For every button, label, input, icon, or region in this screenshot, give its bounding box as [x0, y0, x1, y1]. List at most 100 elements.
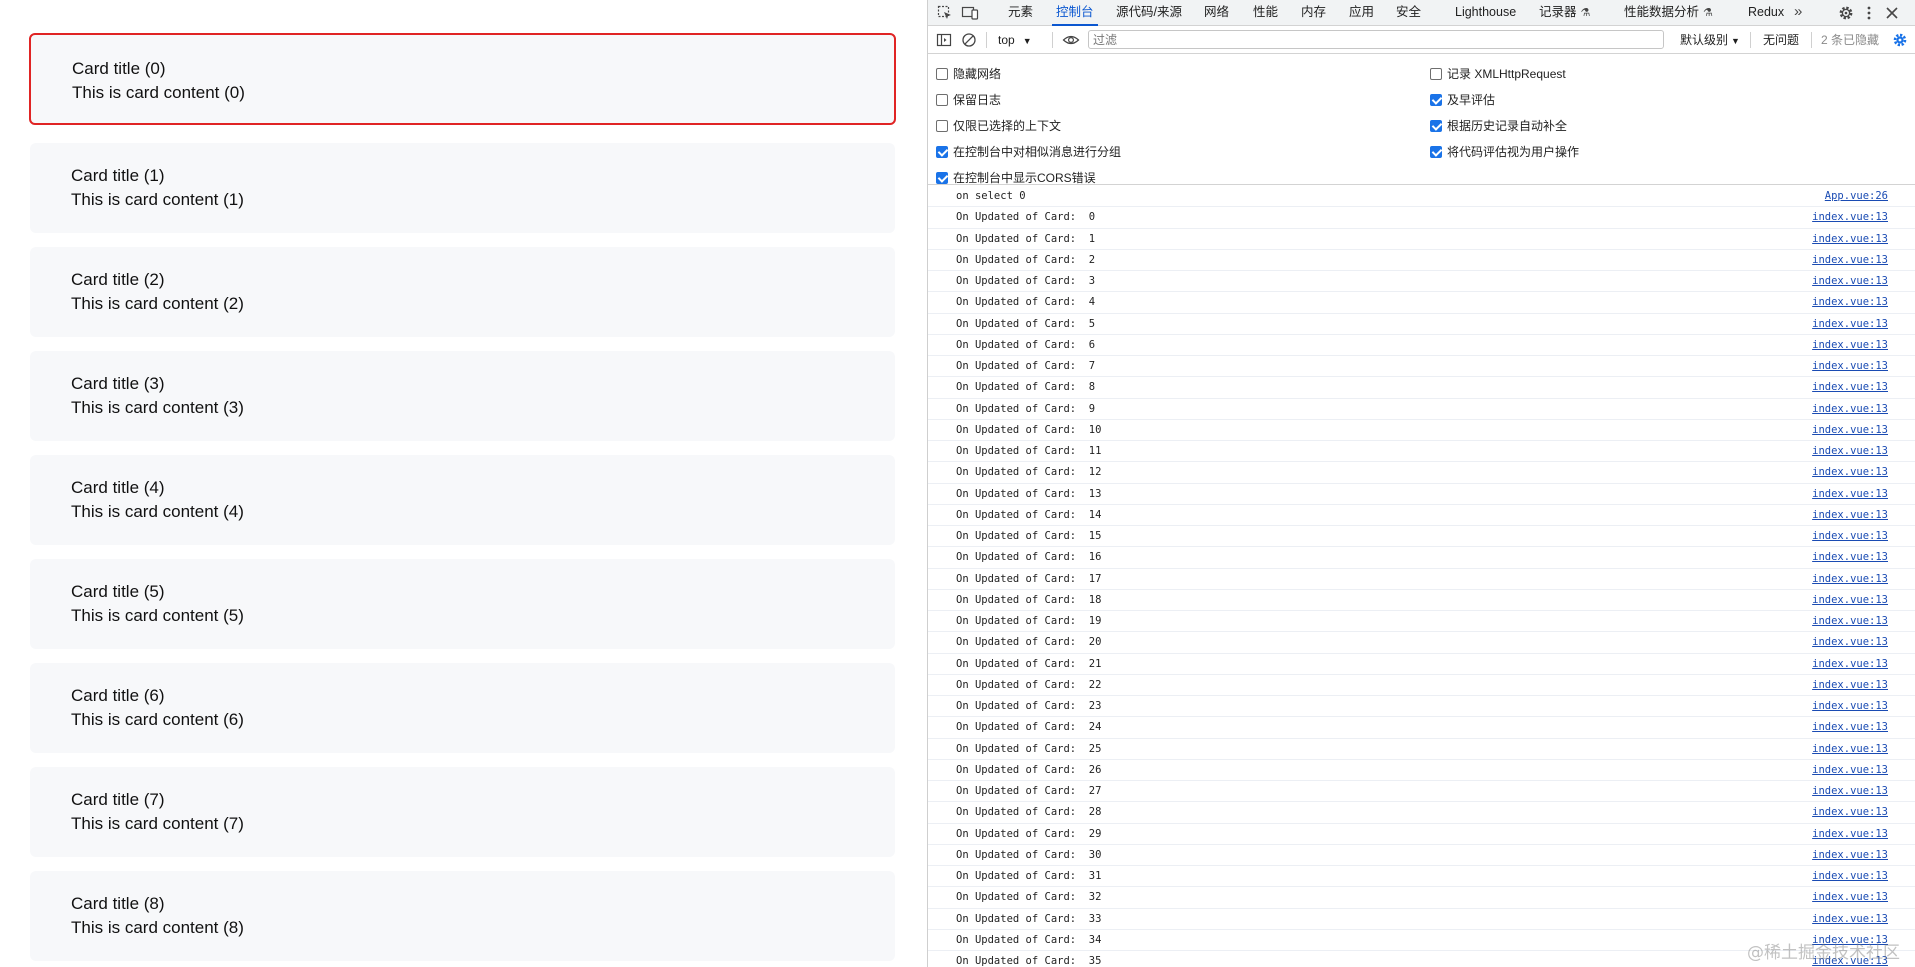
console-source-link[interactable]: index.vue:13	[1812, 909, 1888, 929]
inspect-element-icon[interactable]	[936, 4, 954, 22]
console-source-link[interactable]: index.vue:13	[1812, 696, 1888, 716]
console-source-link[interactable]: index.vue:13	[1812, 229, 1888, 249]
console-message: On Updated of Card: 0 index.vue:13	[928, 207, 1915, 229]
tab-5[interactable]: 内存	[1301, 0, 1326, 26]
console-source-link[interactable]: index.vue:13	[1812, 250, 1888, 270]
tab-1[interactable]: 控制台	[1052, 0, 1097, 26]
console-message: On Updated of Card: 25 index.vue:13	[928, 739, 1915, 760]
device-toolbar-icon[interactable]	[961, 4, 979, 22]
checkbox-checked[interactable]	[1430, 94, 1442, 106]
eye-icon[interactable]	[1062, 32, 1080, 48]
console-source-link[interactable]: index.vue:13	[1812, 739, 1888, 759]
console-source-link[interactable]: index.vue:13	[1812, 845, 1888, 865]
console-source-link[interactable]: index.vue:13	[1812, 569, 1888, 589]
console-source-link[interactable]: index.vue:13	[1812, 675, 1888, 695]
console-source-link[interactable]: index.vue:13	[1812, 314, 1888, 334]
card[interactable]: Card title (2) This is card content (2)	[30, 247, 895, 337]
console-message-text: On Updated of Card: 32	[956, 891, 1102, 904]
console-source-link[interactable]: index.vue:13	[1812, 802, 1888, 822]
checkbox[interactable]	[1430, 68, 1442, 80]
tab-7[interactable]: 安全	[1396, 0, 1421, 26]
setting-option[interactable]: 记录 XMLHttpRequest	[1430, 65, 1566, 83]
checkbox-checked[interactable]	[936, 146, 948, 158]
tab-9[interactable]: 记录器 ⚗	[1539, 0, 1590, 26]
gear-icon[interactable]	[1892, 32, 1908, 48]
console-message: On Updated of Card: 4 index.vue:13	[928, 292, 1915, 314]
tab-0[interactable]: 元素	[1008, 0, 1033, 26]
card[interactable]: Card title (6) This is card content (6)	[30, 663, 895, 753]
tab-4[interactable]: 性能	[1253, 0, 1278, 26]
console-source-link[interactable]: index.vue:13	[1812, 335, 1888, 355]
setting-option[interactable]: 在控制台中对相似消息进行分组	[936, 143, 1121, 161]
console-source-link[interactable]: App.vue:26	[1825, 186, 1888, 206]
chevron-double-right-icon[interactable]: »	[1794, 3, 1812, 21]
checkbox[interactable]	[936, 68, 948, 80]
setting-option[interactable]: 根据历史记录自动补全	[1430, 117, 1567, 135]
kebab-menu-icon[interactable]	[1860, 4, 1878, 22]
console-source-link[interactable]: index.vue:13	[1812, 632, 1888, 652]
tab-11[interactable]: Redux	[1748, 0, 1784, 26]
card-selected[interactable]: Card title (0) This is card content (0)	[29, 33, 896, 125]
console-source-link[interactable]: index.vue:13	[1812, 717, 1888, 737]
card[interactable]: Card title (3) This is card content (3)	[30, 351, 895, 441]
filter-input[interactable]	[1089, 31, 1663, 48]
log-level-selector[interactable]: 默认级别 ▼	[1680, 31, 1740, 50]
console-source-link[interactable]: index.vue:13	[1812, 207, 1888, 227]
clear-console-icon[interactable]	[961, 32, 977, 48]
console-source-link[interactable]: index.vue:13	[1812, 484, 1888, 504]
console-settings: 隐藏网络保留日志仅限已选择的上下文在控制台中对相似消息进行分组 在控制台中显示CO…	[928, 54, 1915, 185]
sidebar-toggle-icon[interactable]	[936, 32, 952, 48]
setting-option[interactable]: 在控制台中显示CORS错误	[936, 169, 1096, 187]
console-source-link[interactable]: index.vue:13	[1812, 547, 1888, 567]
checkbox[interactable]	[936, 120, 948, 132]
setting-option[interactable]: 隐藏网络	[936, 65, 1001, 83]
console-source-link[interactable]: index.vue:13	[1812, 654, 1888, 674]
card[interactable]: Card title (4) This is card content (4)	[30, 455, 895, 545]
console-message-text: On Updated of Card: 7	[956, 360, 1096, 372]
console-source-link[interactable]: index.vue:13	[1812, 420, 1888, 440]
checkbox[interactable]	[936, 94, 948, 106]
console-source-link[interactable]: index.vue:13	[1812, 377, 1888, 397]
console-source-link[interactable]: index.vue:13	[1812, 590, 1888, 610]
card[interactable]: Card title (7) This is card content (7)	[30, 767, 895, 857]
issues-button[interactable]: 无问题	[1763, 31, 1799, 49]
card[interactable]: Card title (8) This is card content (8)	[30, 871, 895, 961]
console-source-link[interactable]: index.vue:13	[1812, 356, 1888, 376]
card[interactable]: Card title (1) This is card content (1)	[30, 143, 895, 233]
close-icon[interactable]	[1883, 4, 1901, 22]
tab-10[interactable]: 性能数据分析 ⚗	[1624, 0, 1713, 26]
console-message: On Updated of Card: 21 index.vue:13	[928, 654, 1915, 675]
checkbox-checked[interactable]	[1430, 120, 1442, 132]
console-source-link[interactable]: index.vue:13	[1812, 887, 1888, 907]
console-message-text: On Updated of Card: 9	[956, 402, 1096, 415]
console-source-link[interactable]: index.vue:13	[1812, 441, 1888, 461]
console-source-link[interactable]: index.vue:13	[1812, 824, 1888, 844]
checkbox-checked[interactable]	[936, 172, 948, 184]
tab-8[interactable]: Lighthouse	[1455, 0, 1516, 26]
tab-3[interactable]: 网络	[1204, 0, 1229, 26]
console-source-link[interactable]: index.vue:13	[1812, 760, 1888, 780]
setting-option[interactable]: 仅限已选择的上下文	[936, 117, 1061, 135]
setting-option[interactable]: 及早评估	[1430, 91, 1495, 109]
checkbox-checked[interactable]	[1430, 146, 1442, 158]
gear-icon[interactable]	[1837, 4, 1855, 22]
console-source-link[interactable]: index.vue:13	[1812, 399, 1888, 419]
context-selector[interactable]: top ▼	[998, 31, 1032, 49]
console-source-link[interactable]: index.vue:13	[1812, 781, 1888, 801]
console-source-link[interactable]: index.vue:13	[1812, 866, 1888, 886]
toolbar-separator	[1052, 32, 1053, 48]
setting-label: 隐藏网络	[953, 67, 1002, 81]
setting-option[interactable]: 保留日志	[936, 91, 1001, 109]
console-source-link[interactable]: index.vue:13	[1812, 462, 1888, 482]
filter-field[interactable]	[1088, 30, 1664, 49]
card[interactable]: Card title (5) This is card content (5)	[30, 559, 895, 649]
console-source-link[interactable]: index.vue:13	[1812, 505, 1888, 525]
console-source-link[interactable]: index.vue:13	[1812, 611, 1888, 631]
tab-2[interactable]: 源代码/来源	[1116, 0, 1182, 26]
card-title: Card title (4)	[71, 478, 165, 497]
tab-6[interactable]: 应用	[1349, 0, 1374, 26]
console-source-link[interactable]: index.vue:13	[1812, 271, 1888, 291]
console-source-link[interactable]: index.vue:13	[1812, 292, 1888, 312]
console-source-link[interactable]: index.vue:13	[1812, 526, 1888, 546]
setting-option[interactable]: 将代码评估视为用户操作	[1430, 143, 1579, 161]
